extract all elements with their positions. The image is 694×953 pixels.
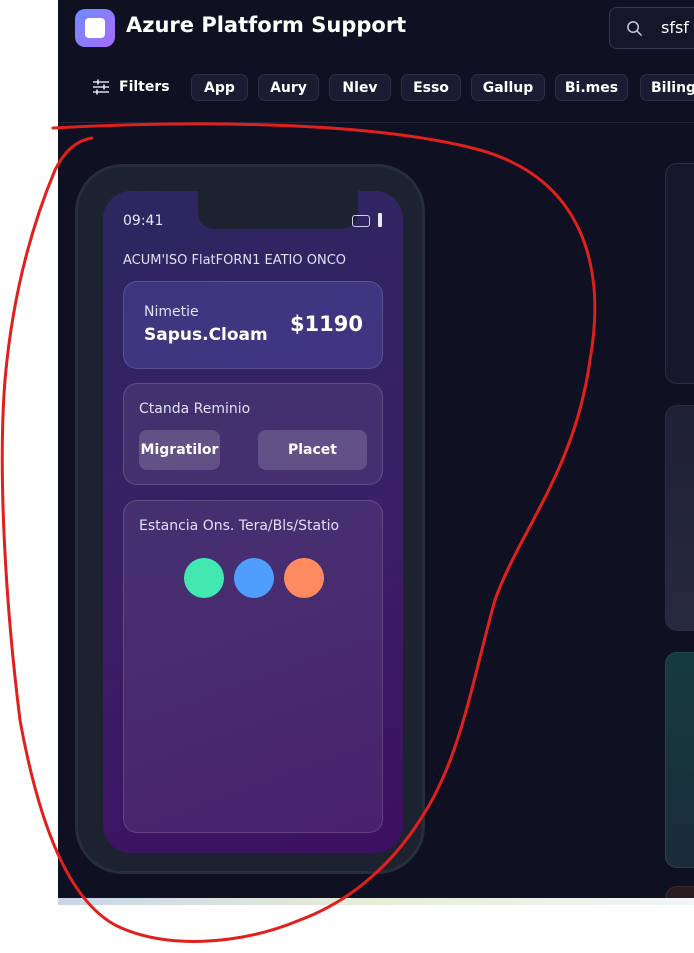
migratilor-button[interactable]: Migratilor xyxy=(139,430,220,470)
reminder-title: Ctanda Reminio xyxy=(139,401,251,417)
filter-chip-bimes[interactable]: Bi.mes xyxy=(555,74,628,101)
bottom-strip xyxy=(58,898,694,905)
placet-button[interactable]: Placet xyxy=(258,430,367,470)
phone-notch xyxy=(198,191,358,229)
status-dot-blue[interactable] xyxy=(234,558,274,598)
app-window: Azure Platform Support sfsf Filters App … xyxy=(58,0,694,898)
side-card-2[interactable] xyxy=(665,405,694,631)
signal-icon xyxy=(378,213,382,227)
phone-mockup: 09:41 ACUM'ISO FlatFORN1 EATIO ONCO Nime… xyxy=(75,164,425,874)
search-input[interactable]: sfsf xyxy=(609,7,694,49)
phone-screen: 09:41 ACUM'ISO FlatFORN1 EATIO ONCO Nime… xyxy=(103,191,403,853)
status-card: Estancia Ons. Tera/Bls/Statio xyxy=(123,500,383,833)
page-title: Azure Platform Support xyxy=(126,13,407,37)
status-dot-orange[interactable] xyxy=(284,558,324,598)
status-time: 09:41 xyxy=(123,213,164,229)
summary-card[interactable]: Nimetie Sapus.Cloam $1190 xyxy=(123,281,383,369)
summary-label: Nimetie xyxy=(144,304,199,320)
header: Azure Platform Support sfsf xyxy=(58,0,694,58)
search-value: sfsf xyxy=(661,18,689,37)
filters-label: Filters xyxy=(119,79,170,95)
filter-chip-gallup[interactable]: Gallup xyxy=(471,74,545,101)
search-icon xyxy=(627,21,642,36)
side-card-1[interactable] xyxy=(665,163,694,384)
app-logo xyxy=(75,9,115,47)
filter-chip-esso[interactable]: Esso xyxy=(401,74,461,101)
filter-bar: Filters App Aury Nlev Esso Gallup Bi.mes… xyxy=(58,66,694,108)
reminder-card: Ctanda Reminio Migratilor Placet xyxy=(123,383,383,485)
filter-chip-aury[interactable]: Aury xyxy=(258,74,319,101)
filters-button[interactable]: Filters xyxy=(92,74,170,100)
summary-name: Sapus.Cloam xyxy=(144,325,268,345)
battery-icon xyxy=(352,215,370,227)
summary-amount: $1190 xyxy=(289,312,363,336)
header-divider xyxy=(58,122,694,123)
side-card-3[interactable] xyxy=(665,652,694,868)
app-heading: ACUM'ISO FlatFORN1 EATIO ONCO xyxy=(123,253,347,268)
filter-chip-app[interactable]: App xyxy=(191,74,248,101)
filter-chip-biling[interactable]: Biling xyxy=(640,74,694,101)
status-dot-green[interactable] xyxy=(184,558,224,598)
filter-chip-nlev[interactable]: Nlev xyxy=(329,74,391,101)
sliders-icon xyxy=(93,79,109,95)
side-card-4[interactable] xyxy=(665,886,694,898)
status-title: Estancia Ons. Tera/Bls/Statio xyxy=(139,518,340,534)
